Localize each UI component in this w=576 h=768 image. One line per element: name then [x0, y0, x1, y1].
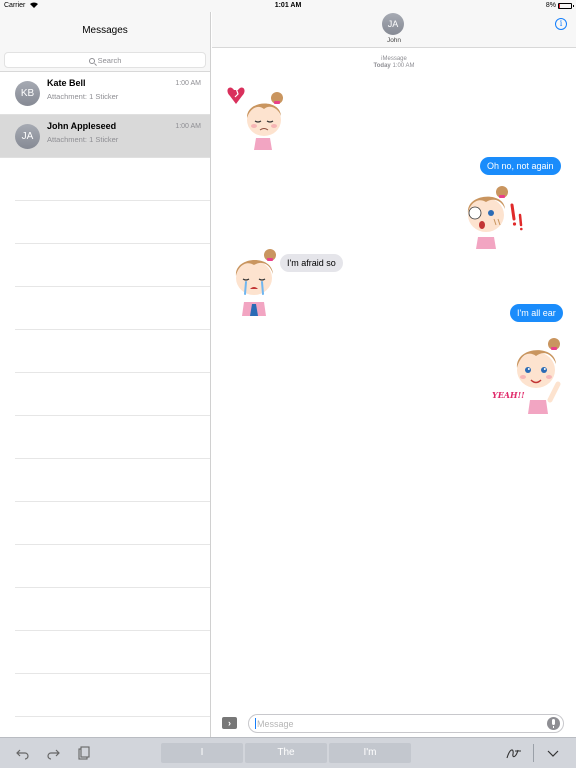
- empty-list-row: [15, 287, 210, 330]
- search-placeholder: Search: [97, 56, 122, 65]
- prediction-3[interactable]: I'm: [329, 743, 411, 763]
- keyboard-suggestion-bar: I The I'm: [0, 737, 576, 768]
- sticker-yeah-text: YEAH!!: [492, 390, 525, 400]
- search-icon: [88, 58, 95, 64]
- empty-list-row: [15, 459, 210, 502]
- conversation-preview: Attachment: 1 Sticker: [47, 135, 119, 144]
- chat-pane: JA John i iMessage Today 1:00 AM Oh no, …: [212, 12, 576, 737]
- conversation-row-kate-bell[interactable]: KB Kate Bell 1:00 AM Attachment: 1 Stick…: [0, 72, 210, 115]
- toolbar-divider: [533, 744, 534, 762]
- microphone-icon[interactable]: [547, 717, 560, 730]
- compose-bar: ›: [212, 710, 576, 737]
- conversation-time: 1:00 AM: [175, 80, 201, 87]
- empty-list-row: [15, 545, 210, 588]
- empty-list-row: [15, 373, 210, 416]
- contact-name[interactable]: John: [212, 37, 576, 44]
- paste-icon[interactable]: [76, 746, 90, 760]
- prediction-1[interactable]: I: [161, 743, 243, 763]
- apps-button[interactable]: ›: [222, 717, 237, 729]
- sidebar-header: Messages: [0, 12, 210, 48]
- conversation-name: John Appleseed: [47, 121, 117, 131]
- empty-list-row: [15, 201, 210, 244]
- status-bar: Carrier 1:01 AM 8%: [0, 0, 576, 12]
- empty-list-row: [15, 502, 210, 545]
- status-time: 1:01 AM: [274, 2, 302, 9]
- shocked-girl-sticker[interactable]: [458, 175, 528, 251]
- redo-icon[interactable]: [46, 746, 60, 760]
- empty-list-row: [15, 416, 210, 459]
- message-bubble-outgoing[interactable]: I'm all ear: [510, 304, 563, 322]
- dismiss-keyboard-icon[interactable]: [546, 746, 560, 760]
- sidebar-title: Messages: [82, 25, 128, 36]
- empty-list-row: [15, 158, 210, 201]
- avatar: JA: [15, 124, 40, 149]
- message-field[interactable]: [248, 714, 564, 733]
- conversation-list-pane: Messages Search KB Kate Bell 1:00 AM Att…: [0, 12, 211, 737]
- service-label: iMessage: [381, 56, 407, 62]
- conversation-row-john-appleseed[interactable]: JA John Appleseed 1:00 AM Attachment: 1 …: [0, 115, 210, 158]
- info-icon[interactable]: i: [555, 18, 567, 30]
- message-input[interactable]: [257, 718, 537, 730]
- handwriting-icon[interactable]: [506, 746, 521, 760]
- conversation-time: 1:00 AM: [175, 123, 201, 130]
- empty-list-row: [15, 631, 210, 674]
- avatar: KB: [15, 81, 40, 106]
- search-input[interactable]: Search: [4, 52, 206, 68]
- contact-avatar[interactable]: JA: [382, 13, 404, 35]
- empty-list-row: [15, 330, 210, 373]
- chat-header: JA John i: [212, 12, 576, 48]
- battery-percent: 8%: [545, 2, 556, 9]
- sad-girl-broken-heart-sticker[interactable]: [226, 82, 296, 154]
- conversation-name: Kate Bell: [47, 78, 86, 88]
- conversation-preview: Attachment: 1 Sticker: [47, 92, 119, 101]
- day-time: 1:00 AM: [392, 63, 415, 69]
- message-bubble-incoming[interactable]: I'm afraid so: [280, 254, 343, 272]
- crying-girl-sticker[interactable]: [224, 242, 288, 318]
- happy-waving-girl-sticker[interactable]: YEAH!!: [490, 330, 570, 416]
- battery-icon: [558, 3, 574, 9]
- prediction-2[interactable]: The: [245, 743, 327, 763]
- battery-fill: [559, 4, 560, 8]
- day-label: Today: [373, 63, 391, 69]
- conversation-timestamp: iMessage Today 1:00 AM: [212, 56, 576, 70]
- message-bubble-outgoing[interactable]: Oh no, not again: [480, 157, 561, 175]
- empty-list-row: [15, 674, 210, 717]
- undo-icon[interactable]: [16, 746, 30, 760]
- search-bar: Search: [0, 48, 210, 72]
- empty-list-row: [15, 588, 210, 631]
- text-cursor: [255, 718, 256, 729]
- empty-list-row: [15, 244, 210, 287]
